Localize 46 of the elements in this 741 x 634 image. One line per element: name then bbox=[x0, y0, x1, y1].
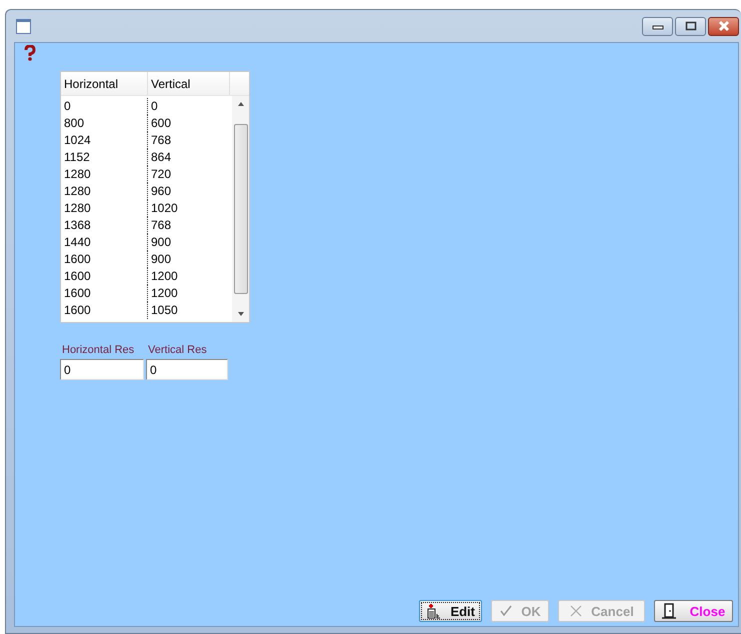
table-cell-text: 768 bbox=[150, 217, 172, 234]
table-cell-text: 768 bbox=[150, 132, 172, 149]
table-cell-text: 900 bbox=[150, 251, 172, 268]
table-cell: 1024 bbox=[61, 132, 148, 149]
maximize-icon bbox=[684, 21, 696, 31]
close-icon bbox=[716, 20, 730, 32]
column-header[interactable]: Horizontal bbox=[61, 72, 148, 95]
table-cell: 1368 bbox=[61, 217, 148, 234]
field-label: Vertical Res bbox=[147, 344, 208, 356]
table-cell: 1600 bbox=[61, 251, 148, 268]
input-field[interactable]: 0 bbox=[146, 359, 228, 380]
table-cell-text: 1200 bbox=[150, 285, 179, 302]
help-icon[interactable] bbox=[24, 45, 36, 61]
table-cell: 1280 bbox=[61, 200, 148, 217]
table-cell: 1600 bbox=[61, 302, 148, 319]
table-cell-text: 900 bbox=[150, 234, 172, 251]
table-cell-text: 1200 bbox=[150, 268, 179, 285]
column-header[interactable]: Vertical bbox=[148, 72, 230, 95]
table-cell: 1280 bbox=[61, 183, 148, 200]
maximize-button[interactable] bbox=[675, 16, 706, 36]
table-cell: 1280 bbox=[61, 166, 148, 183]
table-cell: 1600 bbox=[61, 268, 148, 285]
resolution-list[interactable]: Horizontal Vertical 0 0 800 600 1024 768 1152 864 1280 720 1280 960 1280 1020 1368 768 1440 900 1600 900 1600 1200 1600 1200 1600 1050 bbox=[60, 71, 250, 323]
cross-icon bbox=[569, 604, 584, 618]
table-cell-text: 1020 bbox=[150, 200, 179, 217]
table-cell-text: 720 bbox=[150, 166, 172, 183]
table-cell: 1152 bbox=[61, 149, 148, 166]
close-button[interactable] bbox=[708, 16, 739, 36]
table-cell: 800 bbox=[61, 115, 148, 132]
table-cell: 1440 bbox=[61, 234, 148, 251]
table-cell-text: 1050 bbox=[150, 302, 179, 319]
input-field[interactable]: 0 bbox=[60, 359, 144, 380]
window-icon bbox=[16, 18, 31, 34]
table-cell: 1600 bbox=[61, 285, 148, 302]
check-icon bbox=[499, 604, 514, 618]
table-cell-text: 0 bbox=[150, 98, 159, 115]
door-icon bbox=[662, 603, 676, 619]
scrollbar[interactable] bbox=[232, 96, 249, 322]
table-cell-text: 960 bbox=[150, 183, 172, 200]
minimize-button[interactable] bbox=[642, 16, 673, 36]
field-label: Horizontal Res bbox=[61, 344, 136, 356]
table-cell-text: 600 bbox=[150, 115, 172, 132]
table-cell: 0 bbox=[61, 98, 148, 115]
document-icon bbox=[426, 603, 442, 619]
edit-button[interactable]: Edit bbox=[419, 600, 482, 622]
table-cell-text: 864 bbox=[150, 149, 172, 166]
